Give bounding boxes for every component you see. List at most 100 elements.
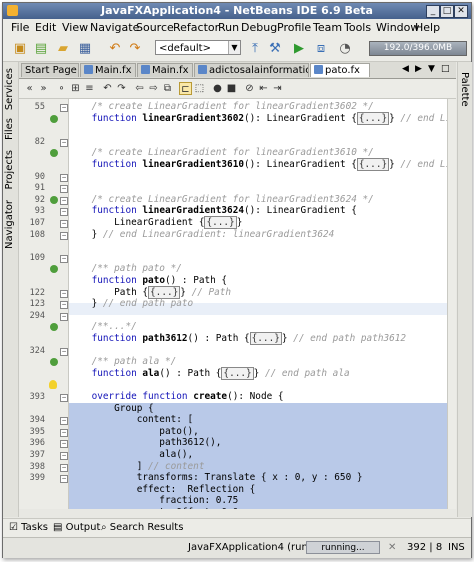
maximize-editor-icon[interactable]: □ — [441, 64, 450, 74]
override-marker-icon[interactable] — [50, 358, 58, 367]
fold-toggle-icon[interactable]: − — [60, 220, 68, 228]
fold-toggle-icon[interactable]: − — [60, 185, 68, 194]
stop-macro-icon[interactable]: ■ — [225, 82, 238, 95]
code-line[interactable] — [69, 252, 447, 264]
tabs-list-icon[interactable]: ▼ — [428, 64, 435, 74]
code-line[interactable]: function pato() : Path { — [69, 275, 447, 287]
menu-debug[interactable]: Debug — [241, 21, 277, 34]
code-line[interactable] — [69, 379, 447, 391]
tab-pato-fx[interactable]: pato.fx — [310, 63, 370, 77]
tab-main-fx-1[interactable]: Main.fx — [80, 63, 136, 77]
cancel-task-icon[interactable]: ✕ — [388, 542, 396, 553]
code-editor[interactable]: 55 − 82 − 90 − 91 − 92 − 93 − 107 − 108 − 109 − 122 − 123 − 29… — [19, 99, 456, 509]
toggle-comment-icon[interactable]: ⊘ — [243, 82, 256, 95]
code-line[interactable]: function path3612() : Path {{...}} // en… — [69, 332, 447, 345]
code-line[interactable]: /** path ala */ — [69, 356, 447, 368]
menu-team[interactable]: Team — [313, 21, 342, 34]
run-progress-bar[interactable]: running... — [306, 541, 380, 554]
fold-toggle-icon[interactable]: − — [60, 173, 68, 182]
menu-navigate[interactable]: Navigate — [90, 21, 139, 34]
build-icon[interactable]: ⤒ — [246, 39, 264, 57]
code-line[interactable]: path3612(), — [69, 437, 447, 450]
tabs-scroll-right-icon[interactable]: ▶ — [415, 64, 422, 74]
fold-toggle-icon[interactable]: − — [60, 428, 68, 437]
code-line[interactable]: ] // content — [69, 460, 447, 473]
toggle-highlight-icon[interactable]: ⊏ — [179, 82, 192, 95]
code-line[interactable] — [69, 124, 447, 136]
palette-side-tab[interactable]: Palette — [459, 72, 470, 107]
code-line[interactable]: topOffset: 0.0 — [69, 507, 447, 509]
tab-main-fx-2[interactable]: Main.fx — [137, 63, 193, 77]
menu-file[interactable]: File — [11, 21, 29, 34]
fold-toggle-icon[interactable]: − — [60, 417, 68, 426]
code-line[interactable] — [69, 171, 447, 183]
toggle-rectangular-icon[interactable]: ⬚ — [193, 82, 206, 95]
code-line[interactable]: } // end LinearGradient: linearGradient3… — [69, 229, 447, 241]
code-line[interactable]: effect: Reflection { — [69, 483, 447, 496]
fold-toggle-icon[interactable]: − — [60, 452, 68, 460]
format-icon[interactable]: ≡ — [83, 82, 96, 95]
vertical-scrollbar[interactable] — [447, 99, 456, 509]
menu-help[interactable]: Help — [415, 21, 440, 34]
fold-toggle-icon[interactable]: − — [60, 196, 68, 205]
code-line[interactable] — [69, 240, 447, 252]
lightbulb-hint-icon[interactable] — [49, 380, 57, 390]
find-previous-icon[interactable]: ⇦ — [133, 82, 146, 95]
fold-toggle-icon[interactable]: − — [60, 208, 68, 217]
code-line[interactable]: transforms: Translate { x : 0, y : 650 } — [69, 472, 447, 485]
start-macro-icon[interactable]: ● — [211, 82, 224, 95]
run-icon[interactable]: ▶ — [290, 39, 308, 57]
code-line[interactable] — [69, 182, 447, 194]
history-icon[interactable]: ⊞ — [69, 82, 82, 95]
fold-toggle-icon[interactable]: − — [60, 394, 68, 402]
projects-side-tab[interactable]: Projects — [4, 150, 15, 189]
services-side-tab[interactable]: Services — [4, 68, 15, 110]
override-marker-icon[interactable] — [50, 114, 58, 123]
back-icon[interactable]: ∘ — [55, 82, 68, 95]
minimize-button[interactable]: _ — [426, 5, 440, 18]
fold-toggle-icon[interactable]: − — [60, 440, 68, 449]
fold-toggle-icon[interactable]: − — [60, 475, 68, 484]
shift-right-icon[interactable]: ⇥ — [271, 82, 284, 95]
previous-edit-icon[interactable]: ↶ — [101, 82, 114, 95]
find-next-icon[interactable]: ⇨ — [147, 82, 160, 95]
tabs-scroll-left-icon[interactable]: ◀ — [402, 64, 409, 74]
menu-refactor[interactable]: Refactor — [173, 21, 219, 34]
maximize-button[interactable]: □ — [440, 5, 454, 18]
fold-toggle-icon[interactable]: − — [60, 347, 68, 356]
next-edit-icon[interactable]: ↷ — [115, 82, 128, 95]
fold-toggle-icon[interactable]: − — [60, 231, 68, 240]
menu-window[interactable]: Window — [376, 21, 419, 34]
override-marker-icon[interactable] — [50, 323, 58, 332]
tasks-tab[interactable]: ☑ Tasks — [9, 522, 48, 533]
menu-source[interactable]: Source — [136, 21, 174, 34]
fold-toggle-icon[interactable]: − — [60, 104, 68, 112]
code-line[interactable] — [69, 345, 447, 357]
open-project-icon[interactable]: ▰ — [54, 39, 72, 57]
override-marker-icon[interactable] — [50, 149, 58, 158]
fold-toggle-icon[interactable]: − — [60, 254, 68, 263]
menu-view[interactable]: View — [62, 21, 88, 34]
preview-view-icon[interactable]: » — [37, 82, 50, 95]
code-line[interactable]: function linearGradient3610(): LinearGra… — [69, 158, 447, 171]
tab-adictosalainformatica-fx[interactable]: adictosalainformatica.fx — [194, 63, 309, 77]
code-line[interactable]: /* create LinearGradient for linearGradi… — [69, 101, 447, 113]
new-project-icon[interactable]: ▤ — [32, 39, 50, 57]
code-line[interactable] — [69, 136, 447, 148]
clean-build-icon[interactable]: ⚒ — [266, 39, 284, 57]
memory-indicator[interactable]: 192.0/396.0MB — [369, 41, 467, 56]
override-marker-icon[interactable] — [50, 195, 58, 204]
code-line[interactable]: fraction: 0.75 — [69, 495, 447, 508]
line-number-gutter[interactable]: 55 − 82 − 90 − 91 − 92 − 93 − 107 − 108 − 109 − 122 − 123 − 29… — [19, 99, 69, 509]
source-view-icon[interactable]: « — [23, 82, 36, 95]
override-marker-icon[interactable] — [50, 265, 58, 274]
menu-profile[interactable]: Profile — [277, 21, 311, 34]
shift-left-icon[interactable]: ⇤ — [257, 82, 270, 95]
code-line[interactable]: function linearGradient3624(): LinearGra… — [69, 205, 447, 217]
code-line[interactable] — [69, 310, 447, 322]
code-line[interactable]: pato(), — [69, 425, 447, 438]
search-results-tab[interactable]: ⌕ Search Results — [101, 522, 183, 533]
code-line[interactable]: } // end path pato — [69, 298, 447, 310]
code-line[interactable]: ala(), — [69, 449, 447, 461]
redo-icon[interactable]: ↷ — [126, 39, 144, 57]
